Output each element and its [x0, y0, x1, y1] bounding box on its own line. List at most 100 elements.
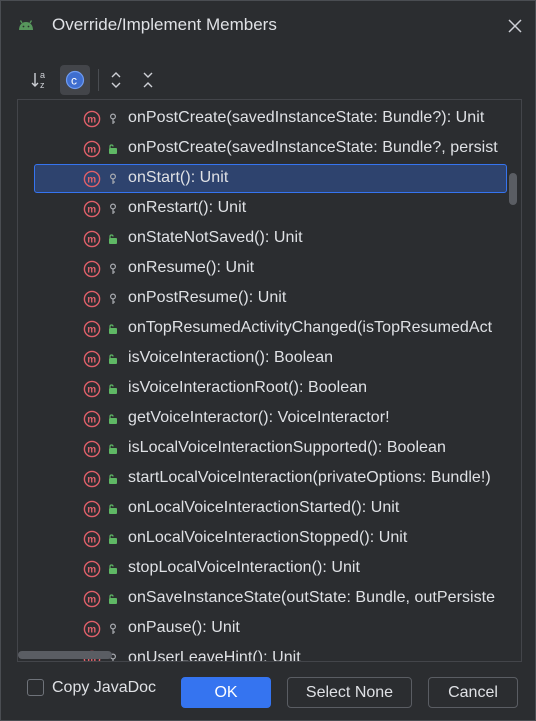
member-row[interactable]: m isVoiceInteractionRoot(): Boolean [18, 374, 507, 404]
member-signature: onResume(): Unit [128, 259, 255, 276]
method-icon: m [83, 470, 101, 488]
svg-text:m: m [87, 385, 96, 396]
lock-icon [109, 324, 117, 334]
member-row[interactable]: m onSaveInstanceState(outState: Bundle, o… [18, 584, 507, 614]
method-icon: m [83, 560, 101, 578]
expand-all-button[interactable] [102, 65, 132, 95]
member-signature: isLocalVoiceInteractionSupported(): Bool… [128, 439, 446, 456]
members-list[interactable]: m onUserLeaveHint(): Unit m onPause(): Unit… [17, 99, 522, 662]
svg-text:m: m [87, 445, 96, 456]
key-icon [109, 113, 117, 124]
method-icon: m [83, 140, 101, 158]
method-icon: m [83, 350, 101, 368]
member-row[interactable]: m getVoiceInteractor(): VoiceInteractor! [18, 404, 507, 434]
override-implement-dialog: Override/Implement Members a z c m onUse… [0, 0, 536, 721]
lock-icon [109, 474, 117, 484]
svg-text:m: m [87, 265, 96, 276]
member-row[interactable]: m stopLocalVoiceInteraction(): Unit [18, 554, 507, 584]
member-row[interactable]: m onLocalVoiceInteractionStarted(): Unit [18, 494, 507, 524]
member-row[interactable]: m onStart(): Unit [18, 164, 507, 194]
close-icon[interactable] [504, 15, 526, 37]
lock-icon [109, 234, 117, 244]
key-icon [109, 173, 117, 184]
svg-text:m: m [87, 505, 96, 516]
vertical-scrollbar[interactable] [509, 173, 517, 205]
svg-text:m: m [87, 415, 96, 426]
member-signature: isVoiceInteractionRoot(): Boolean [128, 379, 368, 396]
toolbar-separator [98, 69, 99, 91]
select-none-button[interactable]: Select None [287, 677, 412, 708]
group-by-class-button[interactable]: c [60, 65, 90, 95]
horizontal-scrollbar[interactable] [18, 651, 112, 659]
collapse-all-icon [143, 72, 153, 88]
method-icon: m [83, 200, 101, 218]
key-icon [109, 623, 117, 634]
method-icon: m [83, 500, 101, 518]
member-row[interactable]: m onResume(): Unit [18, 254, 507, 284]
svg-text:m: m [87, 595, 96, 606]
member-row[interactable]: m isVoiceInteraction(): Boolean [18, 344, 507, 374]
android-icon [19, 20, 33, 30]
method-icon: m [83, 620, 101, 638]
member-signature: onSaveInstanceState(outState: Bundle, ou… [128, 589, 496, 606]
lock-icon [109, 444, 117, 454]
expand-all-icon [111, 72, 121, 88]
method-icon: m [83, 260, 101, 278]
svg-text:z: z [40, 80, 45, 90]
svg-text:m: m [87, 145, 96, 156]
svg-text:m: m [87, 625, 96, 636]
method-icon: m [83, 110, 101, 128]
copy-javadoc-checkbox[interactable] [27, 679, 44, 696]
svg-text:c: c [71, 74, 77, 88]
method-icon: m [83, 380, 101, 398]
member-signature: onRestart(): Unit [128, 199, 247, 216]
method-icon: m [83, 290, 101, 308]
member-row[interactable]: m onPostCreate(savedInstanceState: Bundle… [18, 134, 507, 164]
member-row[interactable]: m onStateNotSaved(): Unit [18, 224, 507, 254]
key-icon [109, 293, 117, 304]
member-signature: onPostCreate(savedInstanceState: Bundle?… [128, 139, 498, 156]
member-signature: onPostResume(): Unit [128, 289, 287, 306]
member-signature: startLocalVoiceInteraction(privateOption… [128, 469, 491, 486]
member-signature: onPostCreate(savedInstanceState: Bundle?… [128, 109, 485, 126]
lock-icon [109, 594, 117, 604]
lock-icon [109, 504, 117, 514]
method-icon: m [83, 440, 101, 458]
svg-text:m: m [87, 475, 96, 486]
sort-alphabetically-icon: a z [31, 70, 45, 90]
sort-alphabetically-button[interactable]: a z [27, 65, 57, 95]
member-row[interactable]: m isLocalVoiceInteractionSupported(): Boo… [18, 434, 507, 464]
member-row[interactable]: m onLocalVoiceInteractionStopped(): Unit [18, 524, 507, 554]
method-icon: m [83, 410, 101, 428]
member-signature: onPause(): Unit [128, 619, 240, 636]
svg-text:m: m [87, 325, 96, 336]
cancel-button[interactable]: Cancel [428, 677, 518, 708]
member-row[interactable]: m onPostResume(): Unit [18, 284, 507, 314]
member-signature: stopLocalVoiceInteraction(): Unit [128, 559, 360, 576]
lock-icon [109, 354, 117, 364]
group-by-class-icon: c [65, 70, 85, 90]
member-signature: onStateNotSaved(): Unit [128, 229, 303, 246]
member-row[interactable]: m startLocalVoiceInteraction(privateOptio… [18, 464, 507, 494]
member-row[interactable]: m onTopResumedActivityChanged(isTopResume… [18, 314, 507, 344]
key-icon [109, 263, 117, 274]
svg-text:m: m [87, 535, 96, 546]
svg-text:m: m [87, 235, 96, 246]
svg-text:m: m [87, 295, 96, 306]
member-signature: getVoiceInteractor(): VoiceInteractor! [128, 409, 390, 426]
method-icon: m [83, 320, 101, 338]
member-signature: onUserLeaveHint(): Unit [128, 649, 301, 662]
copy-javadoc-label: Copy JavaDoc [52, 679, 157, 696]
member-signature: onTopResumedActivityChanged(isTopResumed… [128, 319, 493, 336]
lock-icon [109, 564, 117, 574]
member-row[interactable]: m onRestart(): Unit [18, 194, 507, 224]
svg-text:m: m [87, 115, 96, 126]
key-icon [109, 203, 117, 214]
member-row[interactable]: m onPostCreate(savedInstanceState: Bundle… [18, 104, 507, 134]
collapse-all-button[interactable] [134, 65, 164, 95]
lock-icon [109, 414, 117, 424]
member-row[interactable]: m onPause(): Unit [18, 614, 507, 644]
method-icon: m [83, 230, 101, 248]
ok-button[interactable]: OK [181, 677, 271, 708]
title-bar: Override/Implement Members [1, 1, 535, 51]
